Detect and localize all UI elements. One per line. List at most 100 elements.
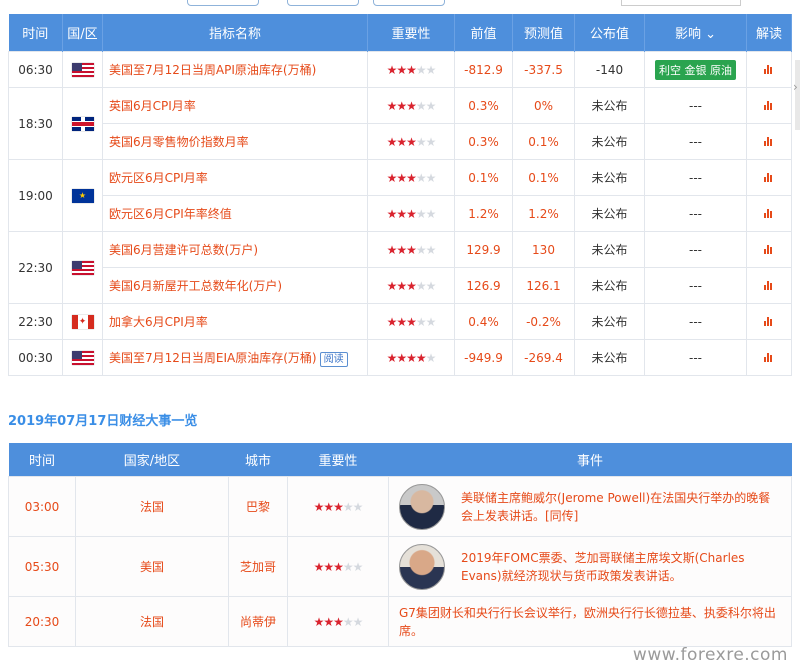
event-text[interactable]: 美联储主席鲍威尔(Jerome Powell)在法国央行举办的晚餐会上发表讲话。… [461,489,781,525]
forecast-value: 0.1% [512,159,575,196]
star-filled-icon: ★ [406,242,417,257]
impact-cell: 利空 金银 原油 [644,51,747,88]
analysis-cell[interactable] [746,195,792,232]
indicator-name[interactable]: 美国6月新屋开工总数年化(万户) [109,279,282,293]
indicator-name[interactable]: 美国至7月12日当周EIA原油库存(万桶) [109,351,317,365]
star-filled-icon: ★ [396,206,407,221]
event-text[interactable]: G7集团财长和央行行长会议举行，欧洲央行行长德拉基、执委科尔将出席。 [399,604,781,640]
star-empty-icon: ★ [415,62,427,77]
analysis-cell[interactable] [746,339,792,376]
column-header: 解读 [746,14,792,52]
indicator-name-cell[interactable]: 欧元区6月CPI月率 [102,159,368,196]
filter-button-1[interactable] [187,0,259,6]
analysis-cell[interactable] [746,231,792,268]
indicator-name-cell[interactable]: 美国6月营建许可总数(万户) [102,231,368,268]
chart-bar-icon[interactable] [764,100,774,110]
analysis-cell[interactable] [746,123,792,160]
impact-text: --- [689,278,702,293]
star-empty-icon: ★ [352,499,364,514]
column-header: 事件 [388,443,792,477]
actual-value: 未公布 [574,303,645,340]
star-empty-icon: ★ [425,134,437,149]
chevron-right-icon[interactable]: › [793,80,798,94]
indicator-name[interactable]: 欧元区6月CPI月率 [109,171,208,185]
star-filled-icon: ★ [386,134,398,149]
importance-cell: ★★★★★ [287,596,389,647]
indicator-name[interactable]: 英国6月零售物价指数月率 [109,135,249,149]
event-description-cell: 2019年FOMC票委、芝加哥联储主席埃文斯(Charles Evans)就经济… [388,536,792,597]
indicator-name-cell[interactable]: 加拿大6月CPI月率 [102,303,368,340]
impact-cell: --- [644,123,747,160]
indicator-name-cell[interactable]: 美国至7月12日当周EIA原油库存(万桶) 阅读 [102,339,368,376]
indicator-name[interactable]: 欧元区6月CPI年率终值 [109,207,232,221]
chart-bar-icon[interactable] [764,172,774,182]
read-badge[interactable]: 阅读 [319,351,348,367]
star-empty-icon: ★ [415,278,427,293]
financial-events-table: 时间 国家/地区 城市 重要性 事件 03:00 法国 巴黎 ★★★★★ 美联储主席鲍威尔(Je… [8,443,792,647]
actual-value: 未公布 [574,123,645,160]
indicator-name-cell[interactable]: 美国6月新屋开工总数年化(万户) [102,267,368,304]
previous-value: 0.3% [454,87,513,124]
star-filled-icon: ★ [386,98,398,113]
importance-cell: ★★★★★ [287,536,389,597]
star-filled-icon: ★ [386,206,398,221]
chart-bar-icon[interactable] [764,244,774,254]
column-header[interactable]: 影响 ⌄ [644,14,747,52]
star-empty-icon: ★ [425,242,437,257]
importance-stars: ★★★★★ [387,242,437,257]
star-filled-icon: ★ [386,278,398,293]
event-time: 20:30 [8,596,76,647]
chart-bar-icon[interactable] [764,208,774,218]
analysis-cell[interactable] [746,159,792,196]
indicator-name[interactable]: 美国至7月12日当周API原油库存(万桶) [109,63,316,77]
indicator-name-cell[interactable]: 欧元区6月CPI年率终值 [102,195,368,232]
analysis-cell[interactable] [746,267,792,304]
star-filled-icon: ★ [406,350,417,365]
analysis-cell[interactable] [746,51,792,88]
search-input[interactable] [621,0,741,6]
event-row: 20:30 法国 尚蒂伊 ★★★★★ G7集团财长和央行行长会议举行，欧洲央行行长德拉基… [8,596,792,647]
chart-bar-icon[interactable] [764,352,774,362]
calendar-row: 美国6月新屋开工总数年化(万户) ★★★★★ 126.9 126.1 未公布 --- [9,267,792,304]
star-filled-icon: ★ [386,350,398,365]
indicator-name[interactable]: 英国6月CPI月率 [109,99,196,113]
star-empty-icon: ★ [342,559,354,574]
star-filled-icon: ★ [333,499,344,514]
star-filled-icon: ★ [333,614,344,629]
analysis-cell[interactable] [746,87,792,124]
filter-button-3[interactable] [373,0,445,6]
importance-cell: ★★★★★ [367,51,455,88]
indicator-name[interactable]: 美国6月营建许可总数(万户) [109,243,258,257]
importance-stars: ★★★★★ [386,350,437,365]
event-text[interactable]: 2019年FOMC票委、芝加哥联储主席埃文斯(Charles Evans)就经济… [461,549,781,585]
impact-cell: --- [644,303,747,340]
star-filled-icon: ★ [406,170,417,185]
top-toolbar-fragment [0,0,800,14]
indicator-name-cell[interactable]: 英国6月CPI月率 [102,87,368,124]
chart-bar-icon[interactable] [764,64,774,74]
star-filled-icon: ★ [323,559,334,574]
star-empty-icon: ★ [425,62,437,77]
indicator-name-cell[interactable]: 美国至7月12日当周API原油库存(万桶) [102,51,368,88]
star-filled-icon: ★ [406,206,417,221]
side-scroll-tab[interactable] [795,60,800,130]
previous-value: 1.2% [454,195,513,232]
forecast-value: -0.2% [512,303,575,340]
chart-bar-icon[interactable] [764,316,774,326]
star-filled-icon: ★ [323,499,334,514]
event-city: 尚蒂伊 [228,596,288,647]
filter-button-2[interactable] [287,0,359,6]
indicator-name[interactable]: 加拿大6月CPI月率 [109,315,208,329]
star-empty-icon: ★ [352,614,364,629]
event-time: 03:00 [8,476,76,537]
chart-bar-icon[interactable] [764,280,774,290]
impact-tag: 利空 金银 原油 [655,59,736,80]
importance-stars: ★★★★★ [387,170,437,185]
time-cell: 06:30 [8,51,63,88]
chart-bar-icon[interactable] [764,136,774,146]
star-empty-icon: ★ [425,314,437,329]
star-filled-icon: ★ [386,62,398,77]
analysis-cell[interactable] [746,303,792,340]
indicator-name-cell[interactable]: 英国6月零售物价指数月率 [102,123,368,160]
star-filled-icon: ★ [406,278,417,293]
